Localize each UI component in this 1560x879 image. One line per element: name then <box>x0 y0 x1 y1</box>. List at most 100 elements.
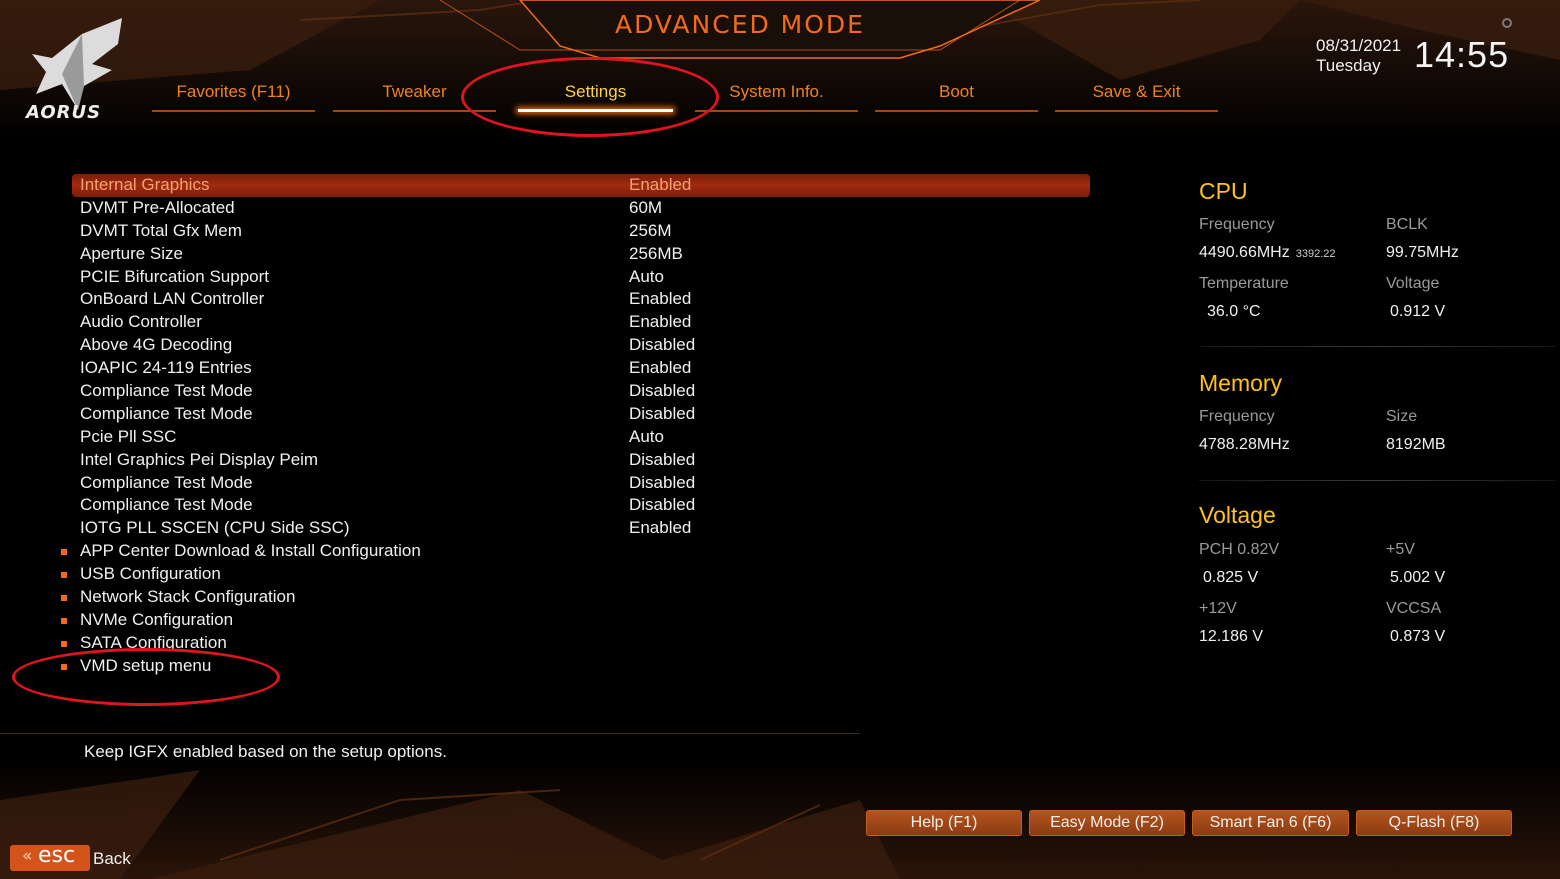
brand-label: AORUS <box>26 102 102 123</box>
setting-value[interactable]: 256M <box>629 220 672 243</box>
setting-internal-graphics[interactable]: Internal Graphics Enabled <box>72 174 1090 197</box>
setting-label: Intel Graphics Pei Display Peim <box>80 449 319 469</box>
setting-label: PCIE Bifurcation Support <box>80 266 269 286</box>
q-flash-button[interactable]: Q-Flash (F8) <box>1356 810 1512 836</box>
setting-value[interactable]: Auto <box>629 426 664 449</box>
submenu-bullet-icon <box>61 549 67 556</box>
5v-label: +5V <box>1386 541 1415 558</box>
submenu-label: SATA Configuration <box>80 632 227 652</box>
submenu-nvme-configuration[interactable]: NVMe Configuration <box>61 609 572 632</box>
setting-value[interactable]: Disabled <box>629 449 695 472</box>
pch-voltage-label: PCH 0.82V <box>1199 541 1280 558</box>
cpu-frequency-sub: 3392.22 <box>1295 248 1336 260</box>
setting-value[interactable]: Enabled <box>629 174 691 197</box>
smart-fan-button[interactable]: Smart Fan 6 (F6) <box>1192 810 1349 836</box>
memory-size-value: 8192MB <box>1386 436 1446 453</box>
submenu-usb-configuration[interactable]: USB Configuration <box>61 563 572 586</box>
back-label: Back <box>93 849 131 868</box>
setting-value[interactable]: Enabled <box>629 517 691 540</box>
cpu-voltage-value: 0.912 V <box>1390 303 1446 320</box>
tab-settings[interactable]: Settings <box>514 78 677 112</box>
setting-value[interactable]: Disabled <box>629 494 695 517</box>
memory-frequency-value: 4788.28MHz <box>1199 436 1290 453</box>
setting-compliance-test-mode-4[interactable]: Compliance Test Mode Disabled <box>72 494 1090 517</box>
help-button[interactable]: Help (F1) <box>866 810 1022 836</box>
setting-label: Compliance Test Mode <box>80 381 253 401</box>
easy-mode-button[interactable]: Easy Mode (F2) <box>1029 810 1185 836</box>
clock-time: 14:55 <box>1414 34 1510 75</box>
cpu-temperature-label: Temperature <box>1199 275 1289 292</box>
double-chevron-left-icon: « <box>22 846 33 866</box>
submenu-bullet-icon <box>61 572 67 579</box>
memory-monitor-panel: Memory Frequency Size 4788.28MHz 8192MB <box>1199 370 1549 470</box>
setting-label: Pcie Pll SSC <box>80 426 177 446</box>
setting-value[interactable]: Enabled <box>629 288 691 311</box>
setting-compliance-test-mode-1[interactable]: Compliance Test Mode Disabled <box>72 380 1090 403</box>
submenu-bullet-icon <box>61 640 67 647</box>
tab-save-exit[interactable]: Save & Exit <box>1055 78 1218 112</box>
setting-iotg-pll-sscen[interactable]: IOTG PLL SSCEN (CPU Side SSC) Enabled <box>72 517 1090 540</box>
submenu-vmd-setup-menu[interactable]: VMD setup menu <box>61 655 572 678</box>
cpu-frequency-text: 4490.66MHz <box>1199 244 1290 261</box>
12v-value: 12.186 V <box>1199 628 1264 645</box>
tab-tweaker[interactable]: Tweaker <box>333 78 496 112</box>
submenu-label: VMD setup menu <box>80 655 212 675</box>
submenu-sata-configuration[interactable]: SATA Configuration <box>61 632 572 655</box>
5v-value: 5.002 V <box>1390 569 1446 586</box>
setting-aperture-size[interactable]: Aperture Size 256MB <box>72 243 1090 266</box>
setting-value[interactable]: Disabled <box>629 403 695 426</box>
submenu-label: APP Center Download & Install Configurat… <box>80 541 421 561</box>
setting-pcie-bifurcation[interactable]: PCIE Bifurcation Support Auto <box>72 266 1090 289</box>
setting-value[interactable]: 60M <box>629 197 662 220</box>
setting-label: Above 4G Decoding <box>80 335 233 355</box>
tab-boot[interactable]: Boot <box>875 78 1038 112</box>
esc-back-button[interactable]: « esc <box>10 843 90 871</box>
date-text: 08/31/2021 <box>1316 36 1402 55</box>
setting-label: OnBoard LAN Controller <box>80 289 265 309</box>
setting-audio-controller[interactable]: Audio Controller Enabled <box>72 311 1090 334</box>
settings-gear-icon[interactable] <box>1500 16 1514 30</box>
hw-divider <box>1199 346 1555 347</box>
cpu-temperature-value: 36.0 °C <box>1207 303 1261 320</box>
12v-label: +12V <box>1199 600 1237 617</box>
submenu-bullet-icon <box>61 595 67 602</box>
cpu-title: CPU <box>1199 178 1248 204</box>
setting-compliance-test-mode-2[interactable]: Compliance Test Mode Disabled <box>72 403 1090 426</box>
main-tab-bar: Favorites (F11) Tweaker Settings System … <box>152 78 1222 114</box>
setting-value[interactable]: Disabled <box>629 472 695 495</box>
submenu-network-stack[interactable]: Network Stack Configuration <box>61 586 572 609</box>
tab-system-info[interactable]: System Info. <box>695 78 858 112</box>
setting-dvmt-total-gfx-mem[interactable]: DVMT Total Gfx Mem 256M <box>72 220 1090 243</box>
hw-divider <box>1199 480 1555 481</box>
setting-value[interactable]: Enabled <box>629 311 691 334</box>
setting-above-4g-decoding[interactable]: Above 4G Decoding Disabled <box>72 334 1090 357</box>
submenu-app-center[interactable]: APP Center Download & Install Configurat… <box>61 540 572 563</box>
mode-title: ADVANCED MODE <box>615 10 865 39</box>
cpu-monitor-panel: CPU Frequency BCLK 4490.66MHz 3392.22 99.… <box>1199 178 1549 328</box>
setting-ioapic-entries[interactable]: IOAPIC 24-119 Entries Enabled <box>72 357 1090 380</box>
setting-value[interactable]: Enabled <box>629 357 691 380</box>
date-display: 08/31/2021 Tuesday <box>1316 36 1401 76</box>
setting-value[interactable]: Disabled <box>629 380 695 403</box>
cpu-bclk-value: 99.75MHz <box>1386 244 1459 261</box>
setting-onboard-lan[interactable]: OnBoard LAN Controller Enabled <box>72 288 1090 311</box>
help-description: Keep IGFX enabled based on the setup opt… <box>84 742 447 761</box>
setting-label: IOAPIC 24-119 Entries <box>80 358 252 378</box>
setting-label: IOTG PLL SSCEN (CPU Side SSC) <box>80 518 350 538</box>
setting-value[interactable]: Disabled <box>629 334 695 357</box>
setting-value[interactable]: Auto <box>629 266 664 289</box>
setting-pcie-pll-ssc[interactable]: Pcie Pll SSC Auto <box>72 426 1090 449</box>
setting-value[interactable]: 256MB <box>629 243 683 266</box>
setting-compliance-test-mode-3[interactable]: Compliance Test Mode Disabled <box>72 472 1090 495</box>
tab-favorites[interactable]: Favorites (F11) <box>152 78 315 112</box>
esc-key-label: esc <box>38 843 76 868</box>
setting-dvmt-pre-allocated[interactable]: DVMT Pre-Allocated 60M <box>72 197 1090 220</box>
setting-label: Compliance Test Mode <box>80 495 253 515</box>
submenu-label: NVMe Configuration <box>80 609 234 629</box>
submenu-label: Network Stack Configuration <box>80 587 296 607</box>
setting-label: Aperture Size <box>80 243 183 263</box>
help-divider <box>0 733 860 734</box>
cpu-frequency-value: 4490.66MHz 3392.22 <box>1199 244 1335 262</box>
setting-intel-graphics-pei[interactable]: Intel Graphics Pei Display Peim Disabled <box>72 449 1090 472</box>
vccsa-value: 0.873 V <box>1390 628 1446 645</box>
